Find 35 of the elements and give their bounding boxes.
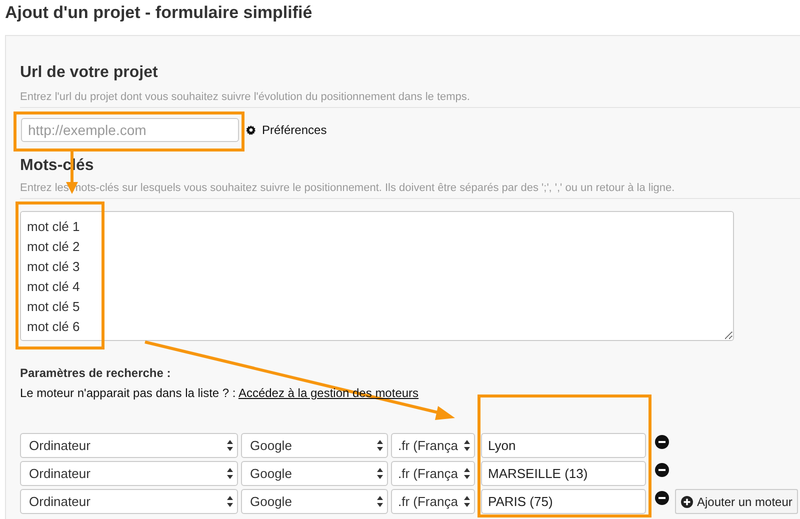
- engine-select[interactable]: Google: [241, 461, 388, 486]
- page-title: Ajout d'un projet - formulaire simplifié: [4, 2, 314, 24]
- plus-icon: [681, 496, 693, 508]
- section-label: Paramètres de recherche :: [20, 366, 172, 380]
- url-field[interactable]: http://exemple.com: [21, 118, 239, 142]
- remove-icon[interactable]: [655, 463, 669, 477]
- remove-icon[interactable]: [655, 491, 669, 505]
- device-select[interactable]: Ordinateur: [20, 489, 238, 514]
- up-down-icon: [227, 440, 233, 451]
- up-down-icon: [464, 468, 470, 479]
- engine-select[interactable]: Google: [241, 489, 388, 514]
- up-down-icon: [377, 440, 383, 451]
- device-select[interactable]: Ordinateur: [20, 433, 238, 458]
- note-text: Le moteur n'apparait pas dans la liste ? :: [20, 386, 236, 400]
- domain-select[interactable]: .fr (França: [391, 433, 475, 458]
- up-down-icon: [377, 496, 383, 507]
- device-select[interactable]: Ordinateur: [20, 461, 238, 486]
- location-field[interactable]: Lyon: [481, 433, 646, 458]
- add-engine-button[interactable]: Ajouter un moteur: [675, 489, 798, 514]
- help-text: Entrez l'url du projet dont vous souhaitez suivre l'évolution du positionnement dans le temps.: [20, 91, 800, 108]
- domain-select[interactable]: .fr (França: [391, 489, 475, 514]
- up-down-icon: [464, 496, 470, 507]
- up-down-icon: [377, 468, 383, 479]
- engine-select[interactable]: Google: [241, 433, 388, 458]
- domain-select[interactable]: .fr (França: [391, 461, 475, 486]
- gear-icon: [246, 125, 256, 135]
- remove-icon[interactable]: [655, 435, 669, 449]
- section-heading: Url de votre projet: [20, 64, 159, 83]
- preferences-link[interactable]: Préférences: [262, 123, 327, 137]
- keywords-field[interactable]: mot clé 1 mot clé 2 mot clé 3 mot clé 4 mot clé 5 mot clé 6: [20, 211, 734, 341]
- up-down-icon: [464, 440, 470, 451]
- location-field[interactable]: PARIS (75): [481, 489, 646, 514]
- up-down-icon: [227, 496, 233, 507]
- up-down-icon: [227, 468, 233, 479]
- location-field[interactable]: MARSEILLE (13): [481, 461, 646, 486]
